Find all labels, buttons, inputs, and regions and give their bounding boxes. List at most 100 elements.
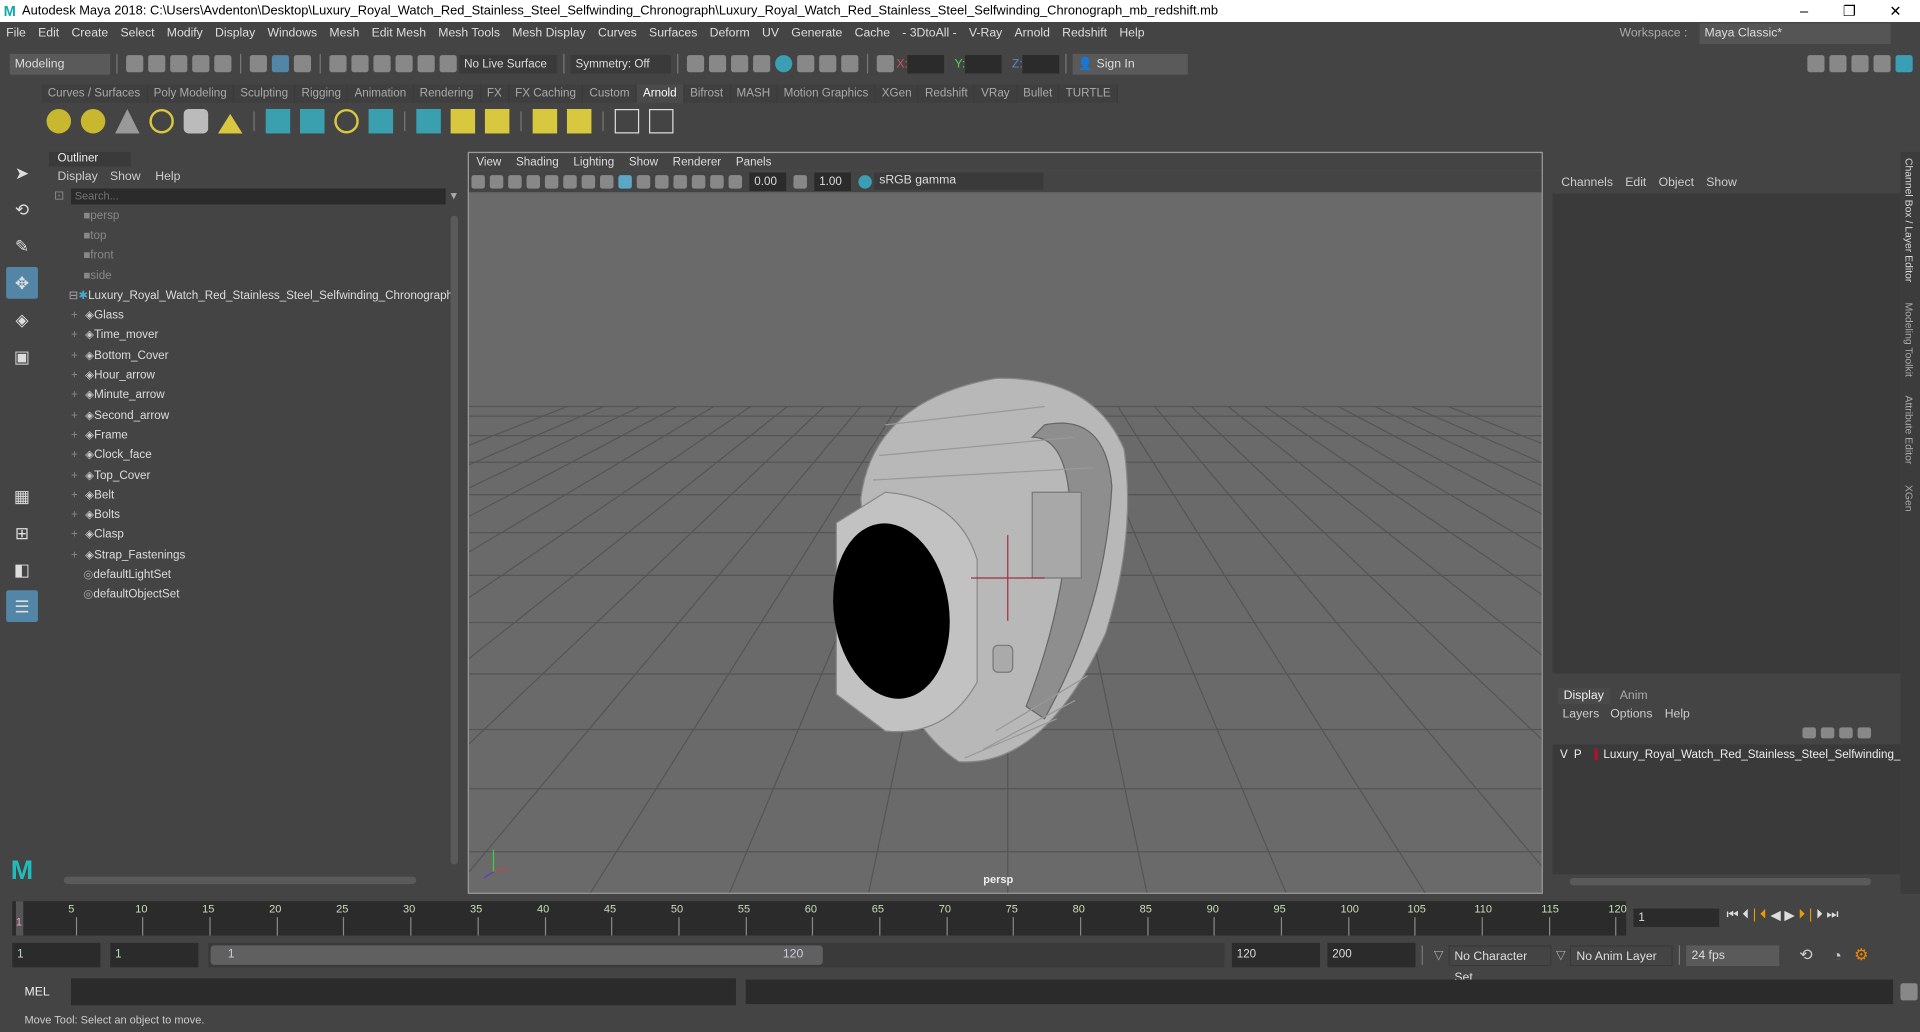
bookmark-icon[interactable]: [508, 174, 522, 188]
menu-help[interactable]: Help: [1119, 27, 1144, 40]
fps-dropdown[interactable]: 24 fps: [1686, 944, 1780, 966]
anim-layer-dropdown[interactable]: No Anim Layer: [1570, 944, 1674, 966]
start-time-field[interactable]: 1: [12, 942, 101, 968]
image-plane-icon[interactable]: [526, 174, 541, 188]
grid-icon[interactable]: [544, 174, 559, 188]
layer-horizontal-scrollbar[interactable]: [1569, 877, 1872, 886]
outliner-menu-show[interactable]: Show: [110, 170, 141, 183]
expand-icon[interactable]: +: [71, 309, 78, 322]
shelf-tab[interactable]: Bullet: [1016, 83, 1060, 103]
menu-surfaces[interactable]: Surfaces: [649, 27, 697, 40]
ipr-render-icon[interactable]: [731, 55, 749, 73]
outliner-menu-help[interactable]: Help: [155, 170, 180, 183]
vp-menu-panels[interactable]: Panels: [736, 155, 772, 168]
select-object-icon[interactable]: [271, 55, 289, 73]
vp-menu-show[interactable]: Show: [629, 155, 658, 168]
layer-playback-toggle[interactable]: P: [1574, 748, 1582, 761]
xray-icon[interactable]: [691, 174, 706, 188]
exposure-icon[interactable]: [728, 174, 743, 188]
exposure-field[interactable]: 0.00: [749, 172, 787, 191]
live-surface-field[interactable]: No Live Surface: [459, 54, 558, 73]
mel-label[interactable]: MEL: [12, 985, 71, 998]
anim-preferences-icon[interactable]: ⚙: [1854, 945, 1868, 965]
select-hierarchy-icon[interactable]: [249, 55, 267, 73]
search-options-icon[interactable]: ▾: [451, 189, 457, 202]
range-slider-handle[interactable]: 1 120: [210, 945, 823, 965]
shelf-tab[interactable]: FX: [480, 83, 510, 103]
move-layer-up-icon[interactable]: [1802, 727, 1816, 739]
light-portal-icon[interactable]: [183, 108, 209, 134]
anim-layer-arrow-icon[interactable]: ▽: [1556, 948, 1565, 961]
expand-icon[interactable]: +: [71, 349, 78, 362]
symmetry-dropdown[interactable]: Symmetry: Off: [570, 54, 672, 73]
outliner-item-second_arrow[interactable]: + ◈ Second_arrow: [71, 405, 463, 425]
menu-edit[interactable]: Edit: [38, 27, 59, 40]
new-layer-selected-icon[interactable]: [1857, 727, 1872, 739]
mesh-light-icon[interactable]: [80, 108, 106, 134]
current-frame-field[interactable]: 1: [1633, 908, 1720, 927]
snap-grid-icon[interactable]: [329, 55, 347, 73]
step-forward-key-icon[interactable]: ⏵: [1816, 907, 1826, 923]
loop-icon[interactable]: ⟲: [1799, 945, 1812, 965]
character-controls-icon[interactable]: [1829, 55, 1847, 73]
flush-textures-icon[interactable]: [484, 108, 510, 134]
outliner-item-bottom_cover[interactable]: + ◈ Bottom_Cover: [71, 345, 463, 365]
layer-row[interactable]: V P Luxury_Royal_Watch_Red_Stainless_Ste…: [1553, 744, 1900, 764]
auto-key-icon[interactable]: ◔: [1832, 946, 1842, 964]
camera-attributes-icon[interactable]: [489, 174, 504, 188]
layer-visibility-toggle[interactable]: V: [1560, 748, 1568, 761]
shelf-tab[interactable]: Poly Modeling: [147, 83, 235, 103]
go-to-start-icon[interactable]: ⏮: [1727, 907, 1743, 923]
snap-point-icon[interactable]: [373, 55, 391, 73]
time-slider[interactable]: 5 10 15 20 25 30 35 40 45 50 55 60 65 70 75 80 85 90 95 100…: [12, 901, 1627, 936]
menu-redshift[interactable]: Redshift: [1062, 27, 1107, 40]
snap-curve-icon[interactable]: [351, 55, 369, 73]
outliner-item-defaultobjectset[interactable]: ◎ defaultObjectSet: [83, 585, 463, 605]
expand-icon[interactable]: +: [71, 369, 78, 382]
move-tool-icon[interactable]: ✥: [6, 266, 38, 299]
expand-icon[interactable]: +: [71, 508, 78, 521]
volume-icon[interactable]: [368, 108, 394, 134]
outliner-item-bolts[interactable]: + ◈ Bolts: [71, 505, 463, 525]
tab-anim[interactable]: Anim: [1610, 688, 1658, 704]
side-tab-modeling-toolkit[interactable]: Modeling Toolkit: [1903, 302, 1915, 376]
vp-menu-renderer[interactable]: Renderer: [673, 155, 722, 168]
vp-menu-shading[interactable]: Shading: [516, 155, 559, 168]
scale-tool-icon[interactable]: ▣: [6, 340, 38, 372]
tab-display[interactable]: Display: [1557, 688, 1610, 705]
outliner-horizontal-scrollbar[interactable]: [63, 876, 417, 885]
shelf-tab[interactable]: FX Caching: [509, 83, 584, 103]
expand-icon[interactable]: +: [71, 428, 78, 441]
minimize-button[interactable]: –: [1800, 2, 1808, 19]
snap-pivot-icon[interactable]: [439, 55, 457, 73]
step-back-key-icon[interactable]: ⏴: [1742, 907, 1752, 923]
outliner-search-input[interactable]: [71, 187, 446, 204]
menu-file[interactable]: File: [6, 27, 26, 40]
expand-icon[interactable]: +: [71, 329, 78, 342]
shelf-tab[interactable]: Animation: [348, 83, 414, 103]
character-set-dropdown[interactable]: No Character Set: [1448, 944, 1552, 984]
outliner-item-time_mover[interactable]: + ◈ Time_mover: [71, 325, 463, 345]
z-field[interactable]: [1022, 54, 1060, 73]
arnold-shader-icon[interactable]: [532, 108, 558, 134]
standin-icon[interactable]: [265, 108, 291, 134]
outliner-item-root[interactable]: ⊟ ✱ Luxury_Royal_Watch_Red_Stainless_Ste…: [49, 286, 463, 306]
render-view-icon[interactable]: [797, 55, 815, 73]
workspace-dropdown[interactable]: Maya Classic*: [1699, 23, 1891, 45]
color-space-dropdown[interactable]: sRGB gamma: [874, 172, 1044, 190]
menu-edit-mesh[interactable]: Edit Mesh: [372, 27, 426, 40]
paint-select-icon[interactable]: ✎: [6, 230, 38, 262]
single-pane-icon[interactable]: ▦: [6, 480, 38, 512]
play-forward-icon[interactable]: ▶: [1784, 907, 1798, 924]
collapse-icon[interactable]: ⊟: [69, 289, 79, 302]
go-to-end-icon[interactable]: ⏭: [1826, 907, 1842, 923]
render-frame-icon[interactable]: [686, 55, 705, 73]
character-set-arrow-icon[interactable]: ▽: [1434, 948, 1443, 961]
shelf-tab[interactable]: Curves / Surfaces: [41, 83, 148, 103]
transform-icon[interactable]: [876, 55, 894, 73]
gamma-icon[interactable]: [793, 174, 807, 188]
arnold-render-icon[interactable]: [819, 55, 837, 73]
menu-create[interactable]: Create: [71, 27, 108, 40]
rotate-tool-icon[interactable]: ◈: [6, 304, 38, 336]
curve-collector-icon[interactable]: [334, 108, 359, 134]
